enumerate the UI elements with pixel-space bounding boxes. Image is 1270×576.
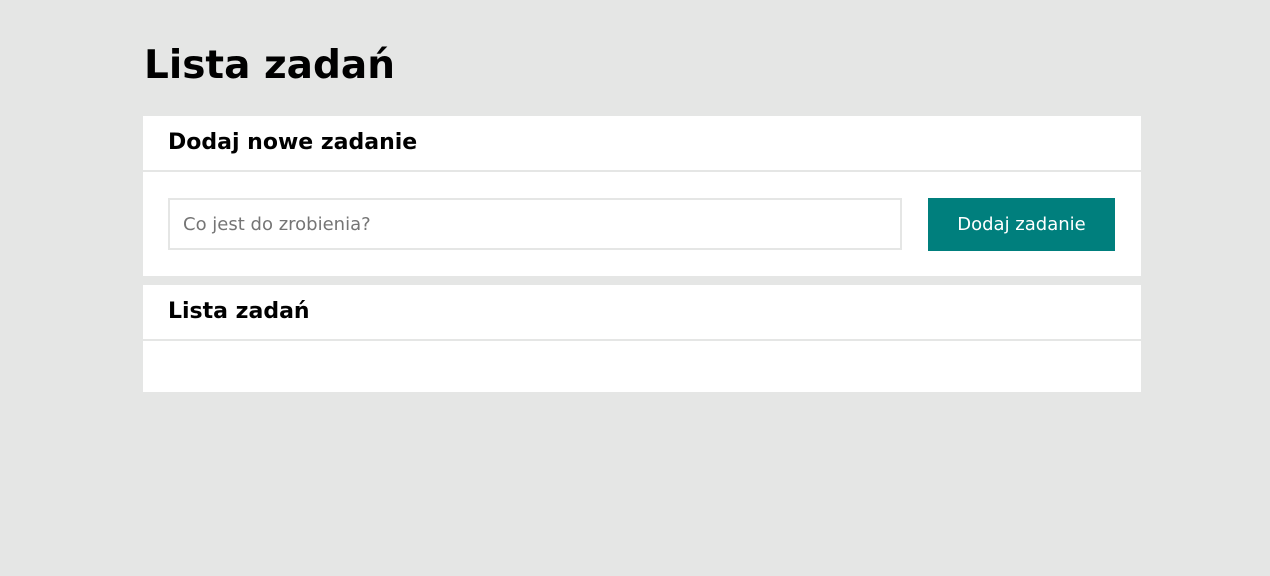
task-list-panel: Lista zadań: [143, 285, 1141, 392]
add-task-button[interactable]: Dodaj zadanie: [928, 198, 1115, 251]
task-list-panel-header: Lista zadań: [143, 285, 1141, 341]
add-task-panel-header: Dodaj nowe zadanie: [143, 116, 1141, 172]
add-task-panel: Dodaj nowe zadanie Dodaj zadanie: [143, 116, 1141, 276]
task-list: [143, 341, 1141, 392]
task-input[interactable]: [168, 198, 902, 250]
add-task-form: Dodaj zadanie: [143, 172, 1141, 276]
page-title: Lista zadań: [144, 43, 395, 88]
add-task-heading: Dodaj nowe zadanie: [168, 130, 418, 155]
task-list-heading: Lista zadań: [168, 299, 310, 324]
